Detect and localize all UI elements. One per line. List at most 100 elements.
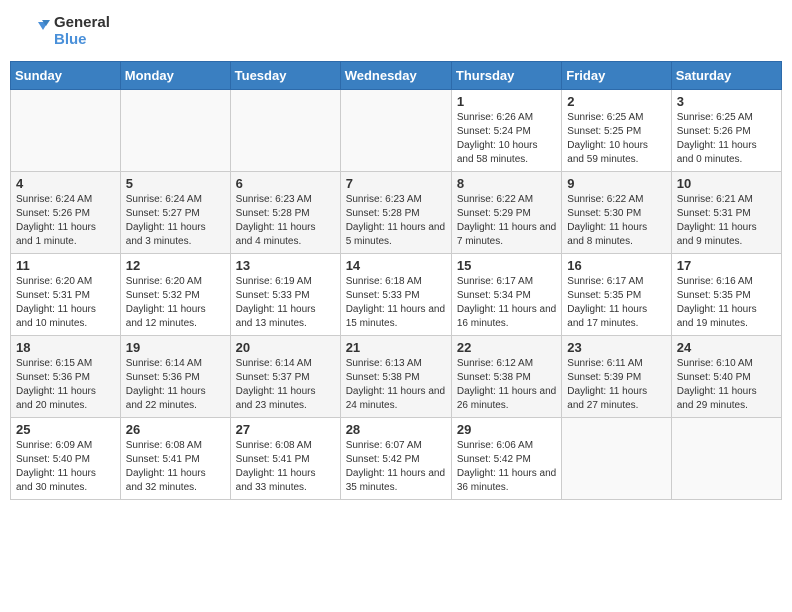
calendar-day-cell: 3 Sunrise: 6:25 AM Sunset: 5:26 PM Daylig… (671, 90, 781, 172)
day-number: 12 (126, 258, 225, 273)
day-number: 16 (567, 258, 665, 273)
calendar-day-cell: 24Sunrise: 6:10 AM Sunset: 5:40 PM Dayli… (671, 336, 781, 418)
calendar-day-cell (340, 90, 451, 172)
day-info: Sunrise: 6:20 AM Sunset: 5:32 PM Dayligh… (126, 275, 225, 331)
day-info: Sunrise: 6:21 AM Sunset: 5:31 PM Dayligh… (677, 193, 776, 249)
day-info: Sunrise: 6:20 AM Sunset: 5:31 PM Dayligh… (16, 275, 115, 331)
day-info: Sunrise: 6:17 AM Sunset: 5:34 PM Dayligh… (457, 275, 556, 331)
weekday-header-monday: Monday (120, 62, 230, 90)
day-info: Sunrise: 6:08 AM Sunset: 5:41 PM Dayligh… (236, 439, 335, 495)
day-number: 11 (16, 258, 115, 273)
day-number: 25 (16, 422, 115, 437)
day-number: 28 (346, 422, 446, 437)
day-info: Sunrise: 6:11 AM Sunset: 5:39 PM Dayligh… (567, 357, 665, 413)
calendar-day-cell: 13 Sunrise: 6:19 AM Sunset: 5:33 PM Dayli… (230, 254, 340, 336)
day-number: 10 (677, 176, 776, 191)
day-number: 13 (236, 258, 335, 273)
day-info: Sunrise: 6:23 AM Sunset: 5:28 PM Dayligh… (236, 193, 335, 249)
calendar-day-cell: 4 Sunrise: 6:24 AM Sunset: 5:26 PM Daylig… (11, 172, 121, 254)
calendar-day-cell: 5Sunrise: 6:24 AM Sunset: 5:27 PM Daylig… (120, 172, 230, 254)
day-number: 7 (346, 176, 446, 191)
day-info: Sunrise: 6:13 AM Sunset: 5:38 PM Dayligh… (346, 357, 446, 413)
weekday-header-saturday: Saturday (671, 62, 781, 90)
day-number: 9 (567, 176, 665, 191)
calendar-day-cell: 15 Sunrise: 6:17 AM Sunset: 5:34 PM Dayli… (451, 254, 561, 336)
day-info: Sunrise: 6:07 AM Sunset: 5:42 PM Dayligh… (346, 439, 446, 495)
logo-blue-text: Blue (54, 32, 110, 49)
day-info: Sunrise: 6:09 AM Sunset: 5:40 PM Dayligh… (16, 439, 115, 495)
calendar-day-cell: 18 Sunrise: 6:15 AM Sunset: 5:36 PM Dayli… (11, 336, 121, 418)
day-info: Sunrise: 6:25 AM Sunset: 5:25 PM Dayligh… (567, 111, 665, 167)
weekday-header-row: SundayMondayTuesdayWednesdayThursdayFrid… (11, 62, 782, 90)
day-number: 27 (236, 422, 335, 437)
day-number: 3 (677, 94, 776, 109)
calendar-day-cell: 1 Sunrise: 6:26 AM Sunset: 5:24 PM Daylig… (451, 90, 561, 172)
calendar-day-cell: 23 Sunrise: 6:11 AM Sunset: 5:39 PM Dayli… (562, 336, 671, 418)
calendar-week-row: 4 Sunrise: 6:24 AM Sunset: 5:26 PM Daylig… (11, 172, 782, 254)
calendar-week-row: 18 Sunrise: 6:15 AM Sunset: 5:36 PM Dayli… (11, 336, 782, 418)
day-info: Sunrise: 6:06 AM Sunset: 5:42 PM Dayligh… (457, 439, 556, 495)
day-number: 23 (567, 340, 665, 355)
day-number: 21 (346, 340, 446, 355)
weekday-header-thursday: Thursday (451, 62, 561, 90)
day-number: 8 (457, 176, 556, 191)
calendar-day-cell: 6 Sunrise: 6:23 AM Sunset: 5:28 PM Daylig… (230, 172, 340, 254)
day-info: Sunrise: 6:22 AM Sunset: 5:29 PM Dayligh… (457, 193, 556, 249)
day-info: Sunrise: 6:16 AM Sunset: 5:35 PM Dayligh… (677, 275, 776, 331)
calendar-day-cell (562, 418, 671, 500)
weekday-header-sunday: Sunday (11, 62, 121, 90)
day-number: 29 (457, 422, 556, 437)
calendar-day-cell: 8 Sunrise: 6:22 AM Sunset: 5:29 PM Daylig… (451, 172, 561, 254)
day-info: Sunrise: 6:25 AM Sunset: 5:26 PM Dayligh… (677, 111, 776, 167)
day-info: Sunrise: 6:26 AM Sunset: 5:24 PM Dayligh… (457, 111, 556, 167)
day-info: Sunrise: 6:14 AM Sunset: 5:37 PM Dayligh… (236, 357, 335, 413)
calendar-day-cell: 25 Sunrise: 6:09 AM Sunset: 5:40 PM Dayli… (11, 418, 121, 500)
calendar-day-cell: 27 Sunrise: 6:08 AM Sunset: 5:41 PM Dayli… (230, 418, 340, 500)
logo-bird-icon (20, 16, 52, 48)
day-info: Sunrise: 6:12 AM Sunset: 5:38 PM Dayligh… (457, 357, 556, 413)
day-info: Sunrise: 6:18 AM Sunset: 5:33 PM Dayligh… (346, 275, 446, 331)
weekday-header-friday: Friday (562, 62, 671, 90)
calendar-table: SundayMondayTuesdayWednesdayThursdayFrid… (10, 61, 782, 500)
logo: General Blue (20, 15, 110, 48)
calendar-day-cell (671, 418, 781, 500)
calendar-day-cell: 2 Sunrise: 6:25 AM Sunset: 5:25 PM Daylig… (562, 90, 671, 172)
calendar-day-cell: 11 Sunrise: 6:20 AM Sunset: 5:31 PM Dayli… (11, 254, 121, 336)
calendar-day-cell (230, 90, 340, 172)
calendar-day-cell: 26Sunrise: 6:08 AM Sunset: 5:41 PM Dayli… (120, 418, 230, 500)
day-info: Sunrise: 6:24 AM Sunset: 5:26 PM Dayligh… (16, 193, 115, 249)
day-info: Sunrise: 6:19 AM Sunset: 5:33 PM Dayligh… (236, 275, 335, 331)
calendar-day-cell (120, 90, 230, 172)
day-number: 24 (677, 340, 776, 355)
calendar-day-cell (11, 90, 121, 172)
calendar-day-cell: 17 Sunrise: 6:16 AM Sunset: 5:35 PM Dayli… (671, 254, 781, 336)
day-number: 14 (346, 258, 446, 273)
day-number: 2 (567, 94, 665, 109)
weekday-header-wednesday: Wednesday (340, 62, 451, 90)
calendar-day-cell: 9 Sunrise: 6:22 AM Sunset: 5:30 PM Daylig… (562, 172, 671, 254)
page-header: General Blue (10, 10, 782, 53)
day-info: Sunrise: 6:15 AM Sunset: 5:36 PM Dayligh… (16, 357, 115, 413)
day-number: 15 (457, 258, 556, 273)
day-number: 18 (16, 340, 115, 355)
calendar-day-cell: 7Sunrise: 6:23 AM Sunset: 5:28 PM Daylig… (340, 172, 451, 254)
calendar-day-cell: 21 Sunrise: 6:13 AM Sunset: 5:38 PM Dayli… (340, 336, 451, 418)
calendar-week-row: 1 Sunrise: 6:26 AM Sunset: 5:24 PM Daylig… (11, 90, 782, 172)
day-number: 26 (126, 422, 225, 437)
day-info: Sunrise: 6:24 AM Sunset: 5:27 PM Dayligh… (126, 193, 225, 249)
day-number: 1 (457, 94, 556, 109)
day-number: 22 (457, 340, 556, 355)
day-number: 6 (236, 176, 335, 191)
calendar-day-cell: 10 Sunrise: 6:21 AM Sunset: 5:31 PM Dayli… (671, 172, 781, 254)
calendar-day-cell: 14 Sunrise: 6:18 AM Sunset: 5:33 PM Dayli… (340, 254, 451, 336)
day-number: 4 (16, 176, 115, 191)
weekday-header-tuesday: Tuesday (230, 62, 340, 90)
day-number: 19 (126, 340, 225, 355)
day-info: Sunrise: 6:22 AM Sunset: 5:30 PM Dayligh… (567, 193, 665, 249)
calendar-day-cell: 12 Sunrise: 6:20 AM Sunset: 5:32 PM Dayli… (120, 254, 230, 336)
day-number: 17 (677, 258, 776, 273)
calendar-day-cell: 22 Sunrise: 6:12 AM Sunset: 5:38 PM Dayli… (451, 336, 561, 418)
day-number: 20 (236, 340, 335, 355)
logo-container: General Blue (20, 15, 110, 48)
logo-general-text: General (54, 15, 110, 32)
